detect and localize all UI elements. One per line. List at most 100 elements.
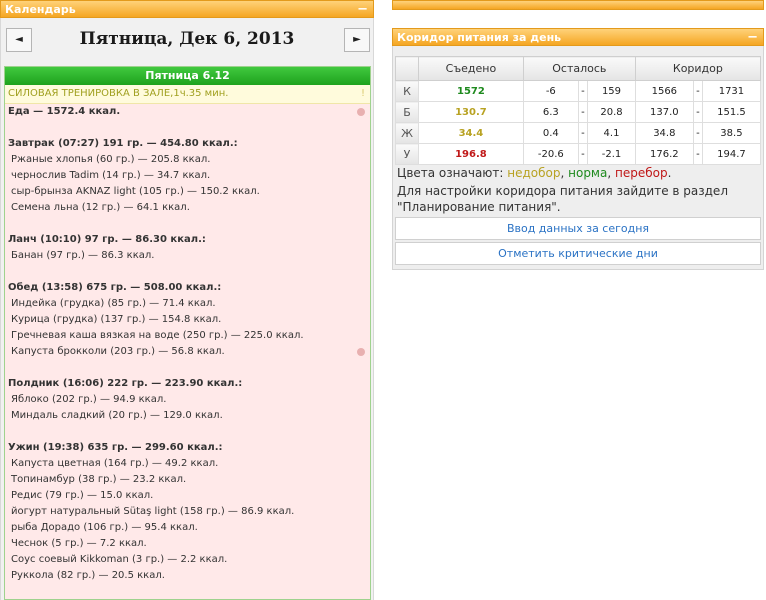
eaten-value: 34.4 <box>418 122 524 144</box>
corner-header <box>395 56 419 81</box>
food-item-text: рыба Дорадо (106 гр.) — 95.4 ккал. <box>11 522 198 533</box>
food-item-text: Соус соевый Kikkoman (3 гр.) — 2.2 ккал. <box>11 554 228 565</box>
calendar-panel-title: Календарь <box>5 3 76 16</box>
eaten-value: 130.7 <box>418 101 524 123</box>
corridor-row: К 1572 -6-159 1566-1731 <box>395 80 762 102</box>
row-label: Ж <box>395 122 419 144</box>
dash: - <box>577 143 589 165</box>
eaten-value: 196.8 <box>418 143 524 165</box>
food-item-text: Курица (грудка) (137 гр.) — 154.8 ккал. <box>11 314 222 325</box>
food-item: Топинамбур (38 гр.) — 23.2 ккал. <box>8 472 367 488</box>
legend-norm: норма <box>568 166 608 180</box>
food-item-text: Миндаль сладкий (20 гр.) — 129.0 ккал. <box>11 410 223 421</box>
food-item: Ржаные хлопья (60 гр.) — 205.8 ккал. <box>8 152 367 168</box>
dash: - <box>692 80 703 102</box>
calendar-panel-header: Календарь − <box>0 0 374 18</box>
food-item: Редис (79 гр.) — 15.0 ккал. <box>8 488 367 504</box>
food-item: рыба Дорадо (106 гр.) — 95.4 ккал. <box>8 520 367 536</box>
dash: - <box>692 101 703 123</box>
remaining-max: 159 <box>587 80 636 102</box>
date-title: Пятница, Дек 6, 2013 <box>79 29 295 49</box>
training-entry[interactable]: СИЛОВАЯ ТРЕНИРОВКА В ЗАЛЕ,1ч.35 мин. ! <box>5 85 370 104</box>
mark-critical-days-button[interactable]: Отметить критические дни <box>395 242 761 265</box>
food-list: Еда — 1572.4 ккал. Завтрак (07:27) 191 гр… <box>5 104 370 584</box>
enter-today-data-button[interactable]: Ввод данных за сегодня <box>395 217 761 240</box>
day-bar[interactable]: Пятница 6.12 <box>5 67 370 85</box>
corridor-panel-title: Коридор питания за день <box>397 31 562 44</box>
calendar-collapse-icon[interactable]: − <box>357 1 368 19</box>
col-corridor-header: Коридор <box>634 56 762 81</box>
legend-sep: , <box>607 166 615 180</box>
remaining-max: 20.8 <box>587 101 636 123</box>
food-item-text: йогурт натуральный Sütaş light (158 гр.)… <box>11 506 295 517</box>
corridor-min: 1566 <box>634 80 694 102</box>
arrow-right-icon: ► <box>353 34 361 45</box>
meal-heading-text: Ужин (19:38) 635 гр. — 299.60 ккал.: <box>8 442 223 453</box>
meal-heading-text: Завтрак (07:27) 191 гр. — 454.80 ккал.: <box>8 138 238 149</box>
prev-day-button[interactable]: ◄ <box>6 28 32 52</box>
food-item: Семена льна (12 гр.) — 64.1 ккал. <box>8 200 367 216</box>
meal-heading-text: Еда — 1572.4 ккал. <box>8 106 121 117</box>
remaining-min: -20.6 <box>522 143 579 165</box>
corridor-row: Б 130.7 6.3-20.8 137.0-151.5 <box>395 101 762 123</box>
legend-sep: , <box>560 166 569 180</box>
meal-heading: Обед (13:58) 675 гр. — 508.00 ккал.: <box>8 280 367 296</box>
apple-icon <box>357 348 365 356</box>
food-item: Руккола (82 гр.) — 20.5 ккал. <box>8 568 367 584</box>
corridor-min: 176.2 <box>634 143 694 165</box>
legend-over: перебор <box>614 166 668 180</box>
dash: - <box>692 122 703 144</box>
food-item: Чеснок (5 гр.) — 7.2 ккал. <box>8 536 367 552</box>
food-item: Миндаль сладкий (20 гр.) — 129.0 ккал. <box>8 408 367 424</box>
food-item: Соус соевый Kikkoman (3 гр.) — 2.2 ккал. <box>8 552 367 568</box>
corridor-max: 151.5 <box>701 101 762 123</box>
food-item-text: Банан (97 гр.) — 86.3 ккал. <box>11 250 155 261</box>
meal-heading: Ланч (10:10) 97 гр. — 86.30 ккал.: <box>8 232 367 248</box>
corridor-hint: Для настройки коридора питания зайдите в… <box>397 184 728 214</box>
collapsed-panel-header[interactable] <box>392 0 764 10</box>
meal-heading: Ужин (19:38) 635 гр. — 299.60 ккал.: <box>8 440 367 456</box>
food-item-text: Редис (79 гр.) — 15.0 ккал. <box>11 490 154 501</box>
food-item-text: Яблоко (202 гр.) — 94.9 ккал. <box>11 394 167 405</box>
arrow-left-icon: ◄ <box>15 34 23 45</box>
corridor-panel-header: Коридор питания за день − <box>392 28 764 46</box>
dash: - <box>577 101 589 123</box>
corridor-max: 194.7 <box>701 143 762 165</box>
food-item: чернослив Tadim (14 гр.) — 34.7 ккал. <box>8 168 367 184</box>
food-item-text: Гречневая каша вязкая на воде (250 гр.) … <box>11 330 304 341</box>
remaining-max: -2.1 <box>587 143 636 165</box>
eaten-value: 1572 <box>418 80 524 102</box>
remaining-max: 4.1 <box>587 122 636 144</box>
remaining-min: -6 <box>522 80 579 102</box>
corridor-min: 34.8 <box>634 122 694 144</box>
meal-heading: Завтрак (07:27) 191 гр. — 454.80 ккал.: <box>8 136 367 152</box>
food-item-text: сыр-брынза AKNAZ light (105 гр.) — 150.2… <box>11 186 260 197</box>
exclamation-icon: ! <box>360 88 365 99</box>
corridor-collapse-icon[interactable]: − <box>747 29 758 47</box>
dash: - <box>577 80 589 102</box>
food-item: Банан (97 гр.) — 86.3 ккал. <box>8 248 367 264</box>
col-eaten-header: Съедено <box>418 56 524 81</box>
food-item: йогурт натуральный Sütaş light (158 гр.)… <box>8 504 367 520</box>
meal-heading-text: Ланч (10:10) 97 гр. — 86.30 ккал.: <box>8 234 206 245</box>
food-item-text: Семена льна (12 гр.) — 64.1 ккал. <box>11 202 190 213</box>
meal-heading: Еда — 1572.4 ккал. <box>8 104 367 120</box>
dash: - <box>577 122 589 144</box>
col-remaining-header: Осталось <box>522 56 636 81</box>
legend-under: недобор <box>507 166 561 180</box>
food-item-text: Капуста брокколи (203 гр.) — 56.8 ккал. <box>11 346 225 357</box>
food-item-text: Топинамбур (38 гр.) — 23.2 ккал. <box>11 474 187 485</box>
next-day-button[interactable]: ► <box>344 28 370 52</box>
food-item: Гречневая каша вязкая на воде (250 гр.) … <box>8 328 367 344</box>
row-label: К <box>395 80 419 102</box>
color-legend: Цвета означают: недобор, норма, перебор. <box>397 165 671 181</box>
corridor-min: 137.0 <box>634 101 694 123</box>
corridor-table: Съедено Осталось Коридор К 1572 -6-159 1566… <box>395 56 762 165</box>
food-item: сыр-брынза AKNAZ light (105 гр.) — 150.2… <box>8 184 367 200</box>
legend-end: . <box>667 166 672 180</box>
meal-heading-text: Обед (13:58) 675 гр. — 508.00 ккал.: <box>8 282 222 293</box>
food-item: Индейка (грудка) (85 гр.) — 71.4 ккал. <box>8 296 367 312</box>
row-label: Б <box>395 101 419 123</box>
